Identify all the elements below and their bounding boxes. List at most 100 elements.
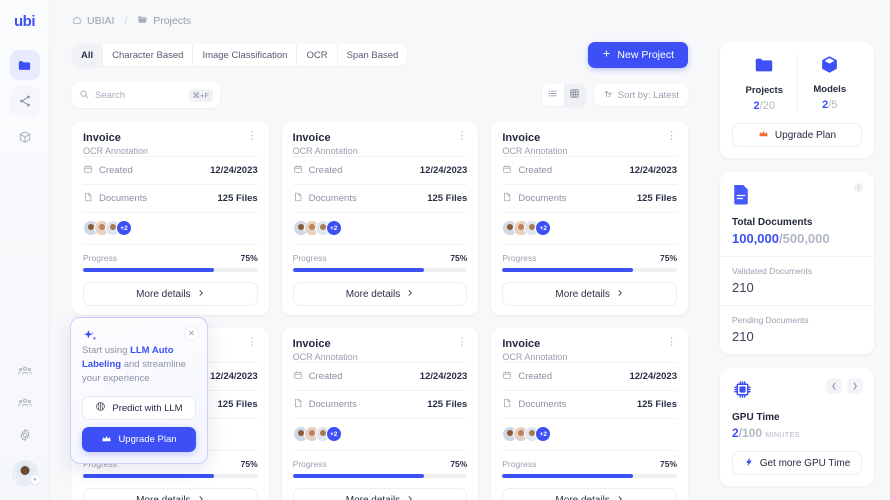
project-progress-fill xyxy=(502,268,634,273)
list-view-button[interactable] xyxy=(542,84,564,106)
tab-image-classification[interactable]: Image Classification xyxy=(193,44,298,67)
project-progress: Progress 75% xyxy=(292,450,468,479)
avatar-overflow-badge[interactable]: +2 xyxy=(116,220,132,237)
collaborator-avatar-group[interactable]: +2 xyxy=(502,418,677,450)
tab-span-based[interactable]: Span Based xyxy=(338,44,408,66)
more-details-label: More details xyxy=(136,495,190,500)
avatar-overflow-badge[interactable]: +2 xyxy=(535,426,552,443)
project-created-value: 12/24/2023 xyxy=(419,165,468,177)
pending-documents-section: Pending Documents 210 xyxy=(720,305,874,354)
avatar-overflow-badge[interactable]: +2 xyxy=(325,426,342,443)
project-created-label: Created xyxy=(518,165,553,177)
project-card[interactable]: Invoice OCR Annotation ⋮ Created 12/24/2… xyxy=(72,122,269,316)
more-details-button[interactable]: More details xyxy=(83,488,258,500)
project-created-label-group: Created xyxy=(293,370,342,383)
project-documents-row: Documents 125 Files xyxy=(292,184,468,212)
project-card[interactable]: Invoice OCR Annotation ⋮ Created 12/24/2… xyxy=(491,122,688,316)
search-input[interactable] xyxy=(95,89,183,101)
project-documents-label-group: Documents xyxy=(293,192,357,205)
get-more-gpu-time-label: Get more GPU Time xyxy=(759,457,851,469)
more-details-button[interactable]: More details xyxy=(502,282,677,307)
sidebar-item-members[interactable] xyxy=(17,396,32,410)
project-documents-value: 125 Files xyxy=(636,193,677,205)
avatar-head xyxy=(308,224,315,231)
sort-label: Sort by: Latest xyxy=(617,89,679,101)
avatar-overflow-badge[interactable]: +2 xyxy=(535,220,552,237)
breadcrumb-item-ubiai[interactable]: UBIAI xyxy=(72,15,114,28)
project-progress: Progress 75% xyxy=(83,244,258,273)
documents-total-section: i Total Documents 100,000/500,000 xyxy=(720,172,874,256)
new-project-label: New Project xyxy=(617,49,674,62)
sort-button[interactable]: Sort by: Latest xyxy=(593,84,688,107)
project-card-titles: Invoice OCR Annotation xyxy=(293,132,358,156)
project-title: Invoice xyxy=(292,338,331,351)
info-icon[interactable]: i xyxy=(854,183,863,193)
kebab-menu-icon[interactable]: ⋮ xyxy=(247,337,258,348)
project-progress-fill xyxy=(292,474,424,479)
more-details-button[interactable]: More details xyxy=(292,282,468,307)
tab-all[interactable]: All xyxy=(72,44,104,67)
new-project-button[interactable]: New Project xyxy=(588,42,688,69)
sort-icon xyxy=(603,89,613,102)
tab-character-based[interactable]: Character Based xyxy=(103,44,194,67)
predict-with-llm-button[interactable]: Predict with LLM xyxy=(82,396,196,421)
breadcrumb-label: UBIAI xyxy=(87,15,115,28)
sidebar-item-settings[interactable] xyxy=(18,428,32,442)
chevron-down-icon[interactable]: ▾ xyxy=(29,474,41,485)
collaborator-avatar-group[interactable]: +2 xyxy=(83,212,258,244)
project-documents-label: Documents xyxy=(518,193,567,205)
kebab-menu-icon[interactable]: ⋮ xyxy=(666,337,677,348)
project-documents-row: Documents 125 Files xyxy=(502,184,677,212)
project-documents-label-group: Documents xyxy=(502,192,566,205)
tab-ocr[interactable]: OCR xyxy=(297,44,338,67)
kebab-menu-icon[interactable]: ⋮ xyxy=(666,131,677,142)
grid-view-button[interactable] xyxy=(563,84,586,107)
filter-row: All Character Based Image Classification… xyxy=(72,42,710,69)
project-subtitle: OCR Annotation xyxy=(83,146,149,157)
popup-upgrade-plan-label: Upgrade Plan xyxy=(118,434,177,446)
breadcrumb-item-projects[interactable]: Projects xyxy=(137,14,191,28)
right-sidebar: Projects 2/20 Models 2/5 Upgrade Plan i … xyxy=(710,42,890,500)
avatar[interactable]: ▾ xyxy=(11,460,41,486)
project-progress-fill xyxy=(502,474,634,479)
project-progress-track xyxy=(83,474,258,479)
project-progress-value: 75% xyxy=(450,253,468,264)
project-card[interactable]: Invoice OCR Annotation ⋮ Created 12/24/2… xyxy=(281,328,479,500)
chevron-left-icon[interactable]: ❮ xyxy=(826,378,842,395)
project-documents-label-group: Documents xyxy=(502,398,566,411)
sidebar-item-projects[interactable] xyxy=(9,50,40,80)
get-more-gpu-time-button[interactable]: Get more GPU Time xyxy=(732,451,862,476)
project-card[interactable]: Invoice OCR Annotation ⋮ Created 12/24/2… xyxy=(491,328,688,500)
documents-panel: i Total Documents 100,000/500,000 Valida… xyxy=(720,172,874,355)
collaborator-avatar-group[interactable]: +2 xyxy=(292,418,468,450)
more-details-button[interactable]: More details xyxy=(502,488,677,500)
chevron-right-icon[interactable]: ❯ xyxy=(847,378,863,395)
plus-icon xyxy=(602,49,611,61)
more-details-button[interactable]: More details xyxy=(83,282,258,307)
sidebar-item-models[interactable] xyxy=(10,122,40,152)
close-icon[interactable]: ✕ xyxy=(184,326,199,341)
project-documents-label-group: Documents xyxy=(83,192,147,205)
collaborator-avatar-group[interactable]: +2 xyxy=(292,212,468,244)
kebab-menu-icon[interactable]: ⋮ xyxy=(456,337,467,348)
project-created-label: Created xyxy=(518,371,553,383)
popup-text: Start using LLM Auto Labeling and stream… xyxy=(82,344,196,385)
sidebar-item-deploy[interactable] xyxy=(9,86,40,116)
app-logo[interactable]: ubi xyxy=(0,0,49,42)
validated-documents-section: Validated Documents 210 xyxy=(720,256,874,305)
kebab-menu-icon[interactable]: ⋮ xyxy=(247,131,258,142)
project-progress: Progress 75% xyxy=(502,244,677,273)
project-subtitle: OCR Annotation xyxy=(292,352,358,363)
project-progress-label: Progress xyxy=(502,459,537,470)
upgrade-plan-button[interactable]: Upgrade Plan xyxy=(732,123,862,148)
search-container[interactable]: ⌘+F xyxy=(72,82,220,109)
project-card[interactable]: Invoice OCR Annotation ⋮ Created 12/24/2… xyxy=(281,122,479,316)
kebab-menu-icon[interactable]: ⋮ xyxy=(456,131,467,142)
project-card-header: Invoice OCR Annotation ⋮ xyxy=(293,131,468,157)
avatar-head xyxy=(319,224,326,231)
sidebar-item-teams[interactable] xyxy=(17,364,32,378)
popup-upgrade-plan-button[interactable]: Upgrade Plan xyxy=(82,427,196,453)
collaborator-avatar-group[interactable]: +2 xyxy=(502,212,677,244)
avatar-overflow-badge[interactable]: +2 xyxy=(325,220,342,237)
more-details-button[interactable]: More details xyxy=(292,488,468,500)
